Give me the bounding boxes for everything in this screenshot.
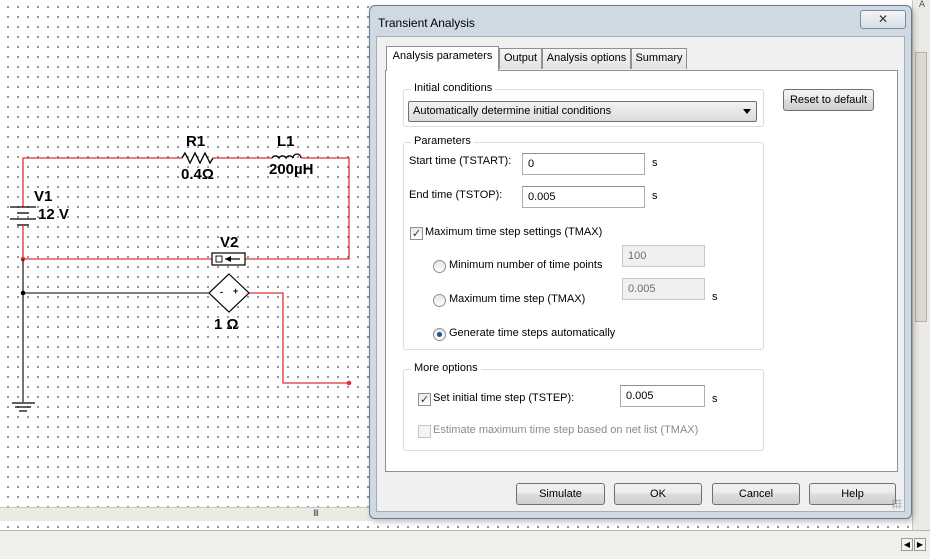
l1-name: L1: [277, 133, 295, 150]
tab-summary[interactable]: Summary: [631, 48, 687, 69]
min-points-radio[interactable]: [433, 260, 446, 273]
more-options-legend: More options: [411, 362, 481, 374]
initial-conditions-select[interactable]: Automatically determine initial conditio…: [408, 101, 757, 122]
tab-analysis-parameters[interactable]: Analysis parameters: [386, 46, 499, 71]
auto-steps-radio[interactable]: [433, 328, 446, 341]
dialog-client: Analysis parameters Output Analysis opti…: [376, 36, 905, 512]
ok-button[interactable]: OK: [614, 483, 702, 505]
estimate-label: Estimate maximum time step based on net …: [433, 424, 699, 436]
min-points-label: Minimum number of time points: [449, 259, 603, 271]
scroll-left-button[interactable]: ◀: [901, 538, 913, 551]
ammeter-icon[interactable]: [211, 252, 246, 266]
dialog-titlebar[interactable]: Transient Analysis ✕: [370, 6, 911, 36]
ground-wires: [22, 259, 209, 402]
junction-dot-ground: [20, 290, 26, 296]
max-step-radio[interactable]: [433, 294, 446, 307]
simulate-button[interactable]: Simulate: [516, 483, 605, 505]
vertical-scrollbar[interactable]: A: [912, 0, 930, 530]
end-time-unit: s: [652, 190, 658, 202]
dialog-title: Transient Analysis: [378, 16, 475, 30]
close-button[interactable]: ✕: [860, 10, 906, 29]
reset-to-default-button[interactable]: Reset to default: [783, 89, 874, 111]
more-options-group: More options ✓ Set initial time step (TS…: [403, 362, 764, 451]
start-time-label: Start time (TSTART):: [409, 155, 512, 167]
resistor-icon[interactable]: [181, 151, 214, 165]
end-time-input[interactable]: 0.005: [522, 186, 645, 208]
initial-step-unit: s: [712, 393, 718, 405]
max-step-unit: s: [712, 291, 718, 303]
v2-minus-pin: -: [220, 287, 223, 297]
start-time-input[interactable]: 0: [522, 153, 645, 175]
l1-value: 200µH: [269, 161, 314, 178]
wire-cs-out[interactable]: [249, 292, 349, 384]
wires: [22, 157, 350, 384]
v1-name: V1: [34, 188, 53, 205]
help-button[interactable]: Help: [809, 483, 896, 505]
vertical-scroll-thumb[interactable]: [915, 52, 927, 322]
status-bar: ◀ ▶: [0, 530, 930, 559]
scroll-up-icon[interactable]: A: [913, 0, 930, 12]
transient-analysis-dialog: Transient Analysis ✕ Analysis parameters…: [369, 5, 912, 519]
v2-value: 1 Ω: [214, 316, 239, 333]
parameters-legend: Parameters: [411, 135, 474, 147]
r1-value: 0.4Ω: [181, 166, 214, 183]
circuit-diagram: [10, 151, 352, 412]
horizontal-scrollbar[interactable]: III: [0, 507, 372, 521]
auto-steps-label: Generate time steps automatically: [449, 327, 616, 339]
tmax-settings-checkbox[interactable]: ✓: [410, 227, 423, 240]
v2-name: V2: [220, 234, 239, 251]
scroll-grip-icon[interactable]: III: [313, 509, 319, 519]
initial-conditions-legend: Initial conditions: [411, 82, 496, 94]
terminal-dot: [346, 380, 352, 386]
ground-icon[interactable]: [12, 402, 35, 412]
v1-value: 12 V: [38, 206, 69, 223]
parameters-group: Parameters Start time (TSTART): 0 s End …: [403, 135, 764, 350]
chevron-down-icon: [743, 109, 751, 114]
max-step-label: Maximum time step (TMAX): [449, 293, 586, 305]
initial-conditions-group: Initial conditions Automatically determi…: [403, 82, 764, 127]
estimate-checkbox[interactable]: [418, 425, 431, 438]
max-step-input[interactable]: 0.005: [622, 278, 705, 300]
v2-plus-pin: +: [233, 286, 239, 296]
initial-conditions-value: Automatically determine initial conditio…: [413, 105, 612, 117]
battery-icon[interactable]: [10, 202, 36, 228]
cancel-button[interactable]: Cancel: [712, 483, 800, 505]
tab-output[interactable]: Output: [499, 48, 542, 69]
scroll-right-button[interactable]: ▶: [914, 538, 926, 551]
initial-step-checkbox[interactable]: ✓: [418, 393, 431, 406]
close-icon: ✕: [877, 12, 889, 26]
analysis-parameters-panel: Initial conditions Automatically determi…: [385, 70, 898, 472]
start-time-unit: s: [652, 157, 658, 169]
wire-v2-v1[interactable]: [22, 228, 212, 260]
tmax-settings-label: Maximum time step settings (TMAX): [425, 226, 603, 238]
r1-name: R1: [186, 133, 206, 150]
min-points-input[interactable]: 100: [622, 245, 705, 267]
tab-analysis-options[interactable]: Analysis options: [542, 48, 631, 69]
dependent-source-icon[interactable]: [208, 273, 250, 313]
resize-grip-icon[interactable]: [892, 499, 902, 509]
initial-step-label: Set initial time step (TSTEP):: [433, 392, 575, 404]
inductor-icon[interactable]: [271, 153, 302, 161]
end-time-label: End time (TSTOP):: [409, 189, 503, 201]
initial-step-input[interactable]: 0.005: [620, 385, 705, 407]
